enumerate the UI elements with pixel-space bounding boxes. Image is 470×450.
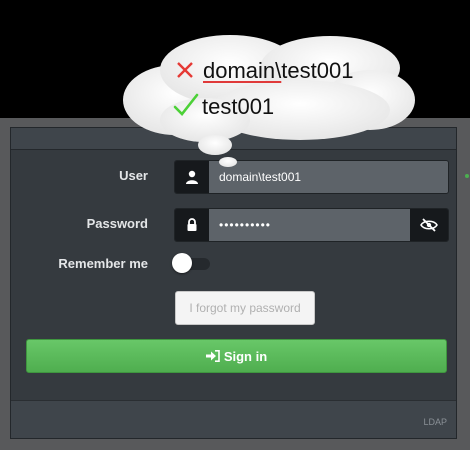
wrong-username-example: domain\test001 (203, 58, 353, 84)
panel-header (11, 128, 456, 150)
wrong-username: test001 (281, 58, 354, 83)
password-label: Password (86, 216, 148, 231)
user-label: User (119, 168, 148, 183)
lock-icon (175, 209, 209, 241)
remember-me-label: Remember me (58, 256, 148, 271)
forgot-password-button[interactable]: I forgot my password (175, 291, 315, 325)
sign-in-label: Sign in (223, 348, 268, 364)
panel-footer: LDAP (11, 400, 456, 438)
eye-slash-icon[interactable] (410, 209, 448, 241)
auth-method-label: LDAP (423, 417, 447, 427)
status-dot (465, 174, 469, 178)
correct-username-example: test001 (202, 94, 275, 119)
wrong-domain-prefix: domain\ (203, 58, 282, 83)
cross-icon (177, 62, 193, 78)
password-input[interactable]: •••••••••• (209, 209, 410, 241)
user-input-group: domain\test001 (174, 160, 449, 194)
sign-in-button[interactable]: Sign in (26, 339, 447, 373)
sign-in-icon (205, 350, 220, 362)
user-icon (175, 161, 209, 193)
check-icon (173, 93, 199, 116)
user-input[interactable]: domain\test001 (209, 161, 448, 193)
remember-me-toggle[interactable] (172, 253, 210, 273)
toggle-knob (172, 253, 192, 273)
password-input-group: •••••••••• (174, 208, 449, 242)
